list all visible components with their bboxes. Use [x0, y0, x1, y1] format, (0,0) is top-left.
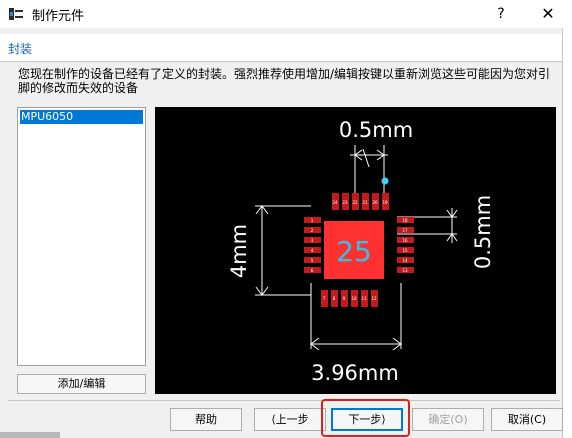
pads-top [332, 193, 389, 210]
body-height-label: 4mm [227, 224, 251, 278]
section-header [0, 34, 562, 62]
list-item[interactable]: MPU6050 [20, 110, 143, 124]
help-icon[interactable]: ? [478, 0, 524, 28]
pin-label: 3 [311, 238, 314, 243]
pin-label: 6 [311, 268, 314, 273]
pin-label: 4 [311, 248, 314, 253]
pin-label: 12 [371, 296, 377, 301]
pin-label: 24 [332, 200, 338, 205]
pin-label: 15 [402, 248, 408, 253]
pin-label: 20 [372, 200, 378, 205]
body-width-label: 3.96mm [311, 361, 399, 385]
close-icon[interactable]: ✕ [525, 0, 571, 28]
pin-label: 23 [342, 200, 348, 205]
pin-pitch-top-label: 0.5mm [339, 118, 413, 142]
pin-label: 7 [323, 296, 326, 301]
section-title: 封装 [8, 42, 33, 56]
title-bar: 制作元件 ? ✕ [0, 0, 572, 28]
package-preview: 24 23 22 21 20 19 1 2 3 4 5 6 18 17 16 1… [155, 107, 556, 394]
help-button[interactable]: 帮助 [170, 408, 242, 431]
pin-label: 22 [352, 200, 358, 205]
pin-label: 2 [311, 228, 314, 233]
taskbar-fragment [0, 432, 60, 438]
pin1-marker-icon [381, 177, 389, 185]
pin-label: 1 [311, 218, 314, 223]
pin-label: 5 [311, 258, 314, 263]
center-pad-label: 25 [336, 235, 372, 268]
pin-label: 21 [362, 200, 368, 205]
pads-bottom [321, 290, 378, 307]
next-button-highlight [321, 399, 410, 437]
description-text: 您现在制作的设备已经有了定义的封装。强烈推荐使用增加/编辑按键以重新浏览这些可能… [18, 67, 551, 95]
cancel-button[interactable]: 取消(C) [491, 408, 563, 431]
pads-left [304, 217, 321, 273]
pin-label: 9 [343, 296, 346, 301]
ok-button[interactable]: 确定(O) [412, 408, 484, 431]
pin-label: 8 [333, 296, 336, 301]
window-edge [562, 28, 572, 438]
pin-label: 14 [402, 258, 408, 263]
window-title: 制作元件 [32, 9, 85, 24]
package-list[interactable]: MPU6050 [17, 107, 146, 366]
pads-right [397, 217, 414, 273]
pin-label: 19 [382, 200, 388, 205]
pin-pitch-right-label: 0.5mm [471, 195, 495, 269]
back-button[interactable]: ⟨上一步 [254, 408, 326, 431]
pin-label: 17 [402, 228, 408, 233]
pin-label: 13 [402, 268, 408, 273]
pin-label: 18 [402, 218, 408, 223]
pin-label: 10 [351, 296, 357, 301]
button-divider [8, 400, 560, 401]
add-edit-button[interactable]: 添加/编辑 [17, 374, 146, 394]
pin-label: 16 [402, 238, 408, 243]
pin-label: 11 [361, 296, 367, 301]
package-preview-canvas: 24 23 22 21 20 19 1 2 3 4 5 6 18 17 16 1… [227, 118, 495, 385]
component-app-icon [9, 8, 23, 20]
